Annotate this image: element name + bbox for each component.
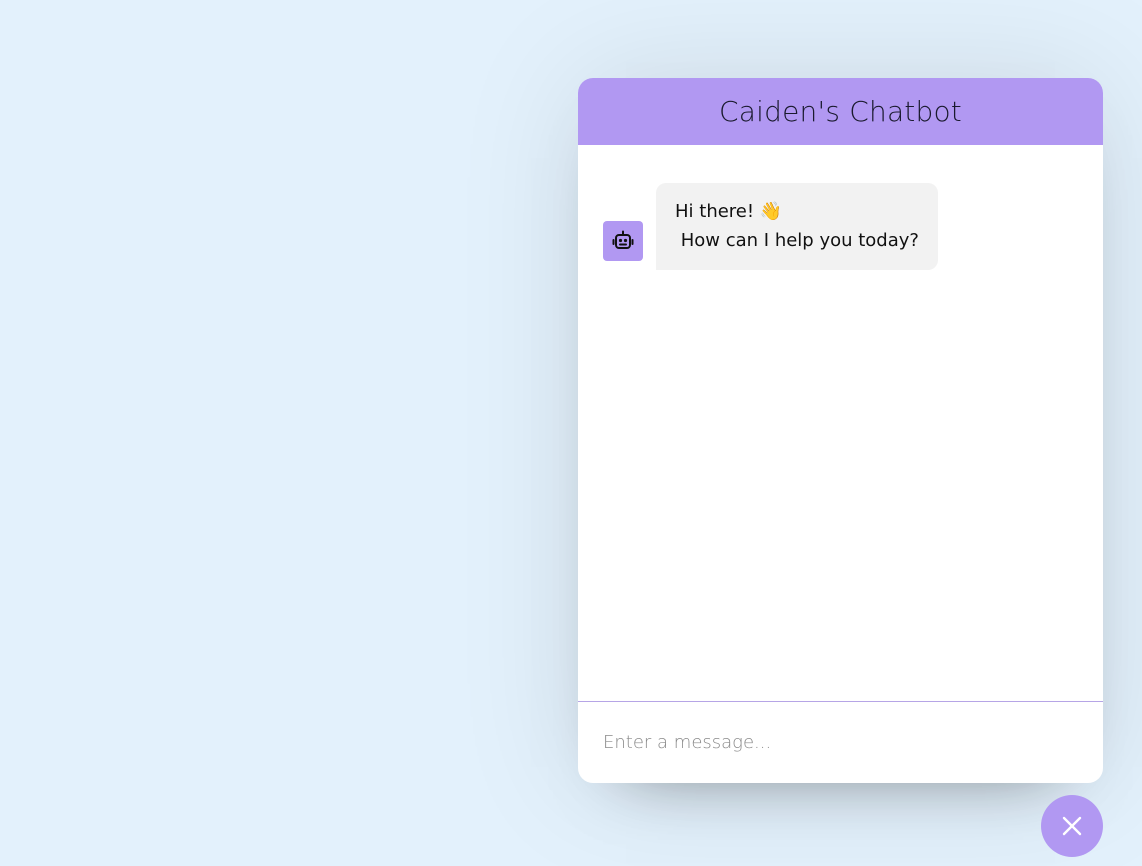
chat-header: Caiden's Chatbot [578, 78, 1103, 145]
message-input[interactable] [603, 727, 1078, 758]
chat-input-area [578, 701, 1103, 783]
chatbot-toggle-button[interactable] [1041, 795, 1103, 857]
close-icon [1061, 815, 1083, 837]
message-bubble: Hi there! 👋 How can I help you today? [656, 183, 938, 270]
chat-title: Caiden's Chatbot [719, 95, 962, 128]
robot-icon [603, 221, 643, 261]
chatbot-window: Caiden's Chatbot Hi there! 👋 How can I h… [578, 78, 1103, 783]
incoming-message: Hi there! 👋 How can I help you today? [603, 183, 1078, 270]
chatbox[interactable]: Hi there! 👋 How can I help you today? [578, 145, 1103, 701]
